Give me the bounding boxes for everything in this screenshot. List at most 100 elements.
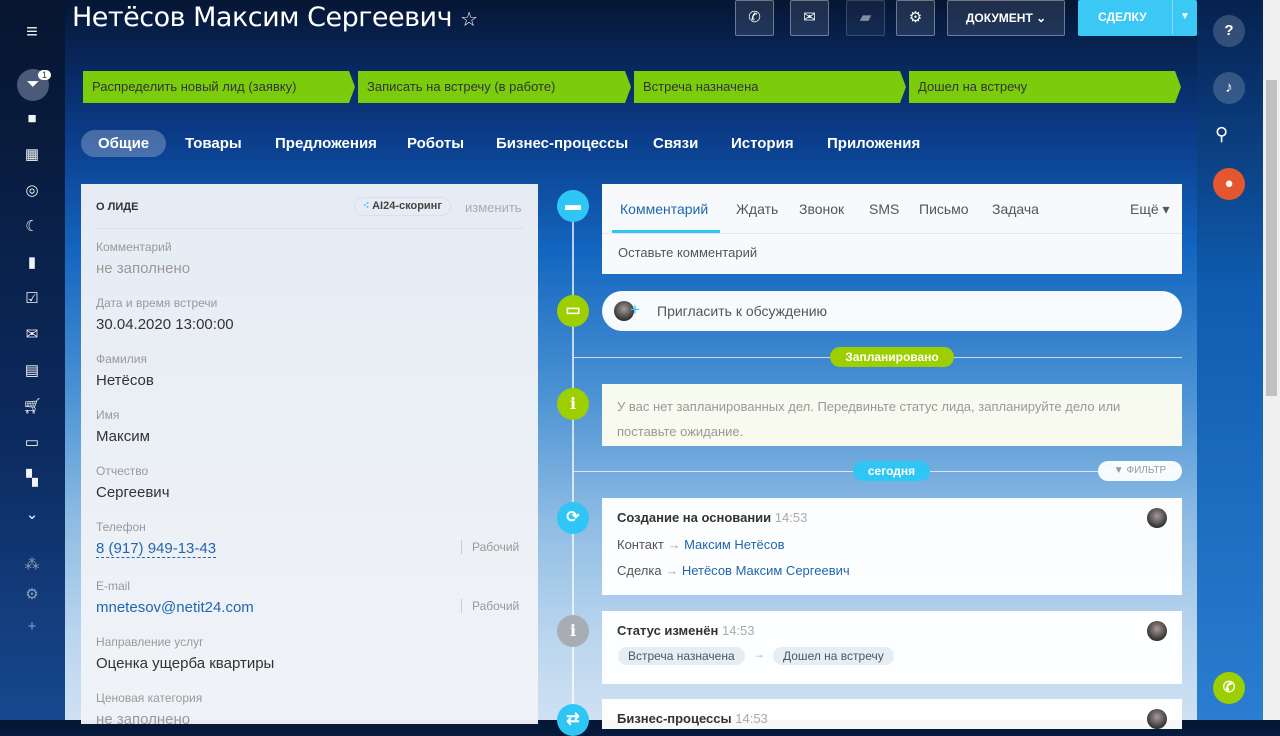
composer-tabs: Комментарий Ждать Звонок SMS Письмо Зада…: [602, 184, 1182, 234]
gear-icon[interactable]: ⚙: [20, 583, 44, 607]
sitemap-icon[interactable]: ⁂: [20, 553, 44, 577]
ai-scoring-button[interactable]: ⁖ AI24-скоринг: [354, 197, 451, 216]
settings-button[interactable]: ⚙: [896, 0, 935, 36]
planned-empty-message: У вас нет запланированных дел. Передвинь…: [602, 384, 1182, 446]
search-icon[interactable]: ⚲: [1215, 124, 1228, 145]
tab-call[interactable]: Звонок: [799, 201, 844, 217]
status-from: Встреча назначена: [618, 647, 745, 665]
notification-badge: 1: [38, 70, 52, 80]
row-label: Сделка: [617, 563, 662, 578]
invite-label: Пригласить к обсуждению: [657, 303, 828, 319]
chat-button[interactable]: ▰: [846, 0, 885, 36]
active-tab-indicator: [612, 230, 720, 233]
tab-offers[interactable]: Предложения: [258, 130, 394, 157]
scrollbar[interactable]: [1263, 0, 1280, 720]
tab-robots[interactable]: Роботы: [390, 130, 481, 157]
calendar-icon[interactable]: ▦: [20, 143, 44, 167]
tab-email[interactable]: Письмо: [919, 201, 969, 217]
tab-comment[interactable]: Комментарий: [620, 201, 708, 217]
contact-link[interactable]: Максим Нетёсов: [684, 537, 785, 552]
bell-icon[interactable]: ♪: [1213, 72, 1245, 104]
tasks-icon[interactable]: ☑: [20, 287, 44, 311]
phone-link[interactable]: 8 (917) 949-13-43: [96, 540, 217, 558]
field-label: Дата и время встречи: [96, 296, 218, 310]
info-icon: i: [557, 615, 589, 647]
event-title: Статус изменён: [617, 623, 719, 638]
page-title: Нетёсов Максим Сергеевич ☆: [72, 2, 478, 33]
tab-history[interactable]: История: [714, 130, 811, 157]
menu-icon[interactable]: ≡: [20, 20, 44, 44]
tab-task[interactable]: Задача: [992, 201, 1039, 217]
tab-links[interactable]: Связи: [636, 130, 715, 157]
email-link[interactable]: mnetesov@netit24.com: [96, 599, 254, 616]
scoring-label: AI24-скоринг: [372, 200, 442, 212]
stage-1[interactable]: Распределить новый лид (заявку): [83, 71, 355, 103]
document-button[interactable]: ДОКУМЕНТ ⌄: [947, 0, 1065, 36]
invite-discussion[interactable]: + Пригласить к обсуждению: [602, 291, 1182, 331]
window-icon[interactable]: ▭: [20, 431, 44, 455]
field-value: Сергеевич: [96, 484, 170, 501]
field-label: Фамилия: [96, 352, 147, 366]
stage-2[interactable]: Записать на встречу (в работе): [358, 71, 631, 103]
star-icon[interactable]: ☆: [460, 7, 478, 31]
stage-3[interactable]: Встреча назначена: [634, 71, 906, 103]
inbox-icon[interactable]: ▤: [20, 359, 44, 383]
filter-button[interactable]: ▼ ФИЛЬТР: [1098, 461, 1182, 481]
edit-link[interactable]: изменить: [465, 200, 522, 215]
field-value: 30.04.2020 13:00:00: [96, 316, 234, 333]
filter-icon: ▼: [1113, 465, 1124, 476]
phone-icon[interactable]: ✆: [1213, 672, 1245, 704]
stage-4[interactable]: Дошел на встречу: [909, 71, 1181, 103]
field-value: Максим: [96, 428, 150, 445]
grid-icon[interactable]: ▚: [20, 467, 44, 491]
today-badge: сегодня: [853, 461, 930, 481]
row-label: Контакт: [617, 537, 664, 552]
email-type: Рабочий: [461, 599, 519, 613]
arrow-icon: →: [753, 647, 765, 661]
call-button[interactable]: ✆: [735, 0, 774, 36]
event-time: 14:53: [735, 711, 768, 726]
mail-button[interactable]: ✉: [790, 0, 829, 36]
planned-badge: Запланировано: [830, 347, 954, 367]
filter-label: ФИЛЬТР: [1126, 465, 1167, 476]
activity-composer: Комментарий Ждать Звонок SMS Письмо Зада…: [602, 184, 1182, 274]
title-text: Нетёсов Максим Сергеевич: [72, 2, 453, 33]
comment-icon: ▬: [557, 190, 589, 222]
field-label: Отчество: [96, 464, 149, 478]
box-icon[interactable]: ■: [20, 107, 44, 131]
deal-link[interactable]: Нетёсов Максим Сергеевич: [682, 563, 850, 578]
user-avatar-icon[interactable]: ●: [1213, 168, 1245, 200]
mail-icon[interactable]: ✉: [20, 323, 44, 347]
target-icon[interactable]: ◎: [20, 179, 44, 203]
scrollbar-thumb[interactable]: [1266, 80, 1277, 396]
moon-icon[interactable]: ☾: [20, 215, 44, 239]
timeline-event: Статус изменён 14:53 Встреча назначена →…: [602, 611, 1182, 684]
tab-wait[interactable]: Ждать: [736, 201, 778, 217]
field-label: Направление услуг: [96, 635, 204, 649]
field-value: не заполнено: [96, 260, 191, 277]
more-menu[interactable]: Ещё ▾: [1130, 201, 1170, 218]
chat-icon: ▭: [557, 295, 589, 327]
chart-icon[interactable]: ▮: [20, 251, 44, 275]
field-label: Телефон: [96, 520, 146, 534]
avatar: [1147, 709, 1167, 729]
tab-general[interactable]: Общие: [81, 130, 167, 157]
plus-icon[interactable]: +: [20, 615, 44, 639]
cart-icon[interactable]: 🛒︎: [20, 395, 44, 419]
field-label: Ценовая категория: [96, 691, 203, 705]
more-label: Ещё: [1130, 201, 1159, 217]
comment-input[interactable]: Оставьте комментарий: [618, 245, 757, 260]
event-time: 14:53: [721, 623, 755, 638]
create-deal-button[interactable]: СДЕЛКУ ▼: [1078, 0, 1197, 36]
tab-products[interactable]: Товары: [168, 130, 259, 157]
help-icon[interactable]: ?: [1213, 15, 1245, 47]
tab-apps[interactable]: Приложения: [810, 130, 937, 157]
divider: [96, 228, 523, 229]
chevron-down-icon[interactable]: ⌄: [20, 503, 44, 527]
tab-business-processes[interactable]: Бизнес-процессы: [479, 130, 645, 157]
dropdown-arrow-icon[interactable]: ▼: [1172, 0, 1197, 34]
avatar: [1147, 621, 1167, 641]
deal-label: СДЕЛКУ: [1098, 10, 1147, 24]
tab-sms[interactable]: SMS: [869, 201, 899, 217]
field-label: E-mail: [96, 579, 131, 593]
